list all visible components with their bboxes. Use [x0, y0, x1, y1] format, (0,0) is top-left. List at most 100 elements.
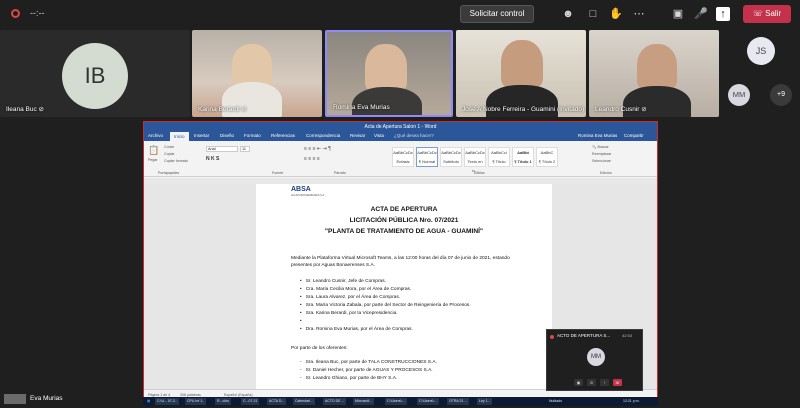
style-preview: AaBbCcDc [465, 150, 485, 155]
avatar-mm[interactable]: MM [728, 84, 750, 106]
style-titulo-1[interactable]: AaBbt ¶ Título 1 [512, 147, 534, 167]
taskbar-item[interactable]: C:\Users\... [385, 398, 407, 405]
cut-button[interactable]: Cortar [164, 145, 174, 149]
tab-archivo[interactable]: Archivo [148, 133, 163, 138]
participant-tile-karina[interactable]: Karina Berardi ⊘ [192, 30, 322, 117]
style-texto[interactable]: AaBbCcDc Texto en n... [464, 147, 486, 173]
windows-taskbar: ▦ C:\U... 07-2.. CPU Inf 1.. R...ción C.… [143, 397, 658, 406]
mic-off-icon: ⊘ [38, 106, 44, 113]
paste-icon[interactable]: 📋 [148, 145, 159, 156]
bold-button[interactable]: N K S [206, 156, 219, 162]
raise-hand-icon[interactable]: ✋ [608, 6, 624, 22]
style-preview: AaBbCcDc [417, 150, 437, 155]
camera-off-icon[interactable]: ▣ [670, 6, 686, 22]
share-icon[interactable]: ↑ [716, 7, 730, 21]
style-name: Subtítulo [443, 159, 459, 164]
style-subtitulo[interactable]: AaBbCcDc Subtítulo [440, 147, 462, 167]
request-control-button[interactable]: Solicitar control [460, 5, 534, 23]
participant-name: Ileana Buc ⊘ [6, 106, 44, 113]
participant-name: Romina Eva Murias [333, 104, 390, 111]
list-buttons[interactable]: ≡ ≡ ≡ ⇤ ⇥ ¶ [304, 146, 331, 152]
styles-group-label: Estilos [474, 171, 485, 175]
mic-off-icon: ⊘ [241, 106, 247, 113]
participant-tile-romina[interactable]: Romina Eva Murias [325, 30, 453, 117]
doc-attendee: • Sra. María Victoria Zabala, por parte … [300, 303, 471, 308]
more-icon[interactable]: ⋯ [631, 6, 647, 22]
leave-label: Salir [765, 9, 782, 18]
replace-button[interactable]: Reemplazar [592, 152, 611, 156]
taskbar-item[interactable]: Calendari... [293, 398, 315, 405]
doc-intro-line-2: presentes por Aguas Bonaerenses S.A. [291, 263, 375, 268]
tab-correspondencia[interactable]: Correspondencia [306, 133, 340, 138]
format-painter-button[interactable]: Copiar formato [164, 159, 188, 163]
taskbar-item[interactable]: ACTA D... [267, 398, 287, 405]
chat-icon[interactable]: □ [585, 6, 601, 22]
leave-button[interactable]: ☏ Salir [743, 5, 791, 23]
mic-off-icon[interactable]: ⊘ [587, 379, 596, 386]
self-video-thumbnail [4, 394, 26, 404]
style-normal[interactable]: AaBbCcDc ¶ Normal [416, 147, 438, 167]
weather[interactable]: Nublado [547, 398, 564, 405]
mini-window-title: ACTO DE APERTURA S... [557, 333, 611, 338]
find-button[interactable]: 🔍 Buscar [592, 145, 609, 149]
leave-call-button[interactable]: ☏ [613, 379, 622, 386]
style-name: ¶ Título [492, 159, 506, 164]
document-page[interactable]: ABSA AGUAS BONAERENSES S.A. ACTA DE APER… [256, 184, 552, 394]
tab-formato[interactable]: Formato [244, 133, 261, 138]
participant-video [365, 44, 407, 92]
paragraph-group-label: Párrafo [334, 171, 346, 175]
avatar: IB [62, 43, 128, 109]
windows-start-icon[interactable]: ▦ [145, 398, 152, 405]
style-titulo[interactable]: AaBbCcI ¶ Título [488, 147, 510, 167]
copy-button[interactable]: Copiar [164, 152, 175, 156]
avatar-js[interactable]: JS [747, 37, 775, 65]
meeting-mini-window[interactable]: ACTO DE APERTURA S... 42:53 MM ▣ ⊘ ↑ ☏ [546, 329, 643, 391]
mic-off-icon[interactable]: 🎤 [693, 6, 709, 22]
participant-name: Karina Berardi ⊘ [198, 106, 247, 113]
doc-intro-line-1: Mediante la Plataforma Virtual Microsoft… [291, 256, 510, 261]
tab-revisar[interactable]: Revisar [350, 133, 365, 138]
style-titulo-2[interactable]: AaBbC ¶ Título 2 [536, 147, 558, 167]
participant-video [637, 44, 677, 90]
font-group-label: Fuente [272, 171, 284, 175]
doc-heading-3: "PLANTA DE TRATAMIENTO DE AGUA - GUAMINÍ… [324, 228, 484, 235]
tell-me-search[interactable]: ¿Qué desea hacer? [394, 133, 434, 138]
taskbar-item[interactable]: Microsoft... [353, 398, 375, 405]
share-icon[interactable]: ↑ [600, 379, 609, 386]
taskbar-item[interactable]: R...ción [215, 398, 231, 405]
select-button[interactable]: Seleccionar [592, 159, 611, 163]
participant-video [501, 40, 543, 88]
taskbar-item[interactable]: C:\Users\... [417, 398, 439, 405]
participant-tile-ileana[interactable]: IB Ileana Buc ⊘ [0, 30, 190, 117]
doc-offerer: - Sr. Daniel Hecher, por parte de AGUAS … [300, 368, 433, 373]
taskbar-item[interactable]: ACTO DE ... [323, 398, 347, 405]
participant-tile-jose[interactable]: Jose A Nobre Ferreira - Guamini (Invitad… [456, 30, 586, 117]
mic-off-icon: ⊘ [641, 106, 647, 113]
camera-off-icon[interactable]: ▣ [574, 379, 583, 386]
doc-attendee: • Sra. Karina Berardi, por la Vicepresid… [300, 311, 398, 316]
tab-inicio[interactable]: Inicio [170, 132, 189, 141]
people-icon[interactable]: ☻ [560, 6, 576, 22]
tab-diseno[interactable]: Diseño [220, 133, 234, 138]
taskbar-item[interactable]: C...07-21 [241, 398, 260, 405]
tab-insertar[interactable]: Insertar [194, 133, 209, 138]
share-button[interactable]: Compartir [624, 133, 644, 138]
taskbar-clock[interactable]: 12:21 p.m. [621, 398, 642, 405]
participant-name: Jose A Nobre Ferreira - Guamini (Invitad… [462, 106, 585, 113]
tab-vista[interactable]: Vista [374, 133, 384, 138]
align-buttons[interactable]: ≡ ≡ ≡ ≡ [304, 156, 320, 162]
doc-attendee: • Sr. Leandro Cusnir, Jefe de Compras. [300, 279, 386, 284]
taskbar-item[interactable]: C:\U... 07-2.. [155, 398, 179, 405]
font-name-select[interactable]: Arial [206, 146, 238, 152]
taskbar-item[interactable]: OTRA 21 ... [447, 398, 470, 405]
taskbar-item[interactable]: Ley 1... [477, 398, 493, 405]
font-size-select[interactable]: 11 [240, 146, 250, 152]
tab-referencias[interactable]: Referencias [271, 133, 295, 138]
more-participants-button[interactable]: +9 [770, 84, 792, 106]
paste-button[interactable]: Pegar [148, 158, 158, 162]
style-enfasis[interactable]: AaBbCcDc Énfasis [392, 147, 414, 167]
style-preview: AaBbCcDc [441, 150, 461, 155]
editing-group-label: Edición [600, 171, 612, 175]
participant-tile-leandro[interactable]: Leandro Cusnir ⊘ [589, 30, 719, 117]
taskbar-item[interactable]: CPU Inf 1.. [185, 398, 207, 405]
